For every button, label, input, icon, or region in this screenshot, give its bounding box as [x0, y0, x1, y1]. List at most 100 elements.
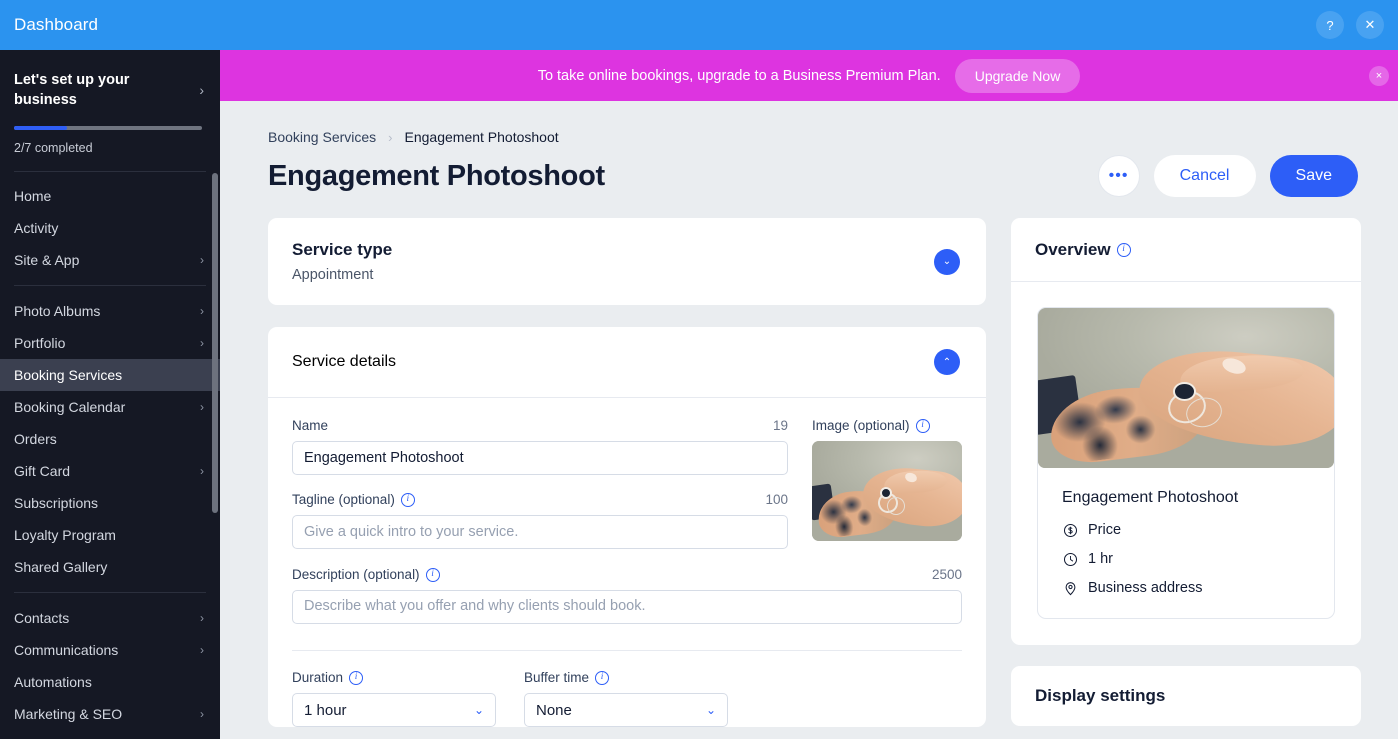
description-field-label: Description (optional) [292, 567, 420, 582]
service-image-thumbnail[interactable] [812, 441, 962, 541]
upgrade-now-button[interactable]: Upgrade Now [954, 58, 1081, 93]
sidebar-item-booking-calendar[interactable]: Booking Calendar › [0, 391, 220, 423]
sidebar-item-site-and-app[interactable]: Site & App › [0, 244, 220, 276]
sidebar-item-label: Gift Card [14, 463, 71, 479]
text-fields-group: Name 19 Tagline (optional) i 100 [292, 418, 788, 549]
sidebar-item-label: Site & App [14, 252, 80, 268]
breadcrumb: Booking Services › Engagement Photoshoot [220, 101, 1398, 145]
service-type-title: Service type [292, 240, 393, 259]
sidebar-item-label: Communications [14, 642, 119, 658]
duration-select-value: 1 hour [304, 701, 347, 719]
duration-select[interactable]: 1 hour ⌄ [292, 693, 496, 727]
image-field-group: Image (optional) i [812, 418, 962, 549]
preview-price-label: Price [1088, 522, 1122, 538]
sidebar-item-label: Photo Albums [14, 303, 101, 319]
chevron-down-icon: ⌄ [705, 703, 716, 717]
page-header: Engagement Photoshoot ••• Cancel Save [220, 145, 1398, 197]
sidebar-item-label: Home [14, 188, 52, 204]
page-title: Engagement Photoshoot [268, 159, 605, 192]
sidebar-item-communications[interactable]: Communications › [0, 634, 220, 666]
sidebar-item-shared-gallery[interactable]: Shared Gallery [0, 551, 220, 583]
sidebar-item-label: Contacts [14, 610, 70, 626]
sidebar-item-analytics-and-reports[interactable]: Analytics & Reports › [0, 730, 220, 739]
info-icon[interactable]: i [349, 670, 364, 685]
sidebar-item-label: Subscriptions [14, 495, 99, 511]
sidebar-item-subscriptions[interactable]: Subscriptions [0, 487, 220, 519]
buffer-time-select[interactable]: None ⌄ [524, 693, 728, 727]
sidebar-item-orders[interactable]: Orders [0, 423, 220, 455]
close-icon[interactable]: ✕ [1356, 11, 1384, 39]
chevron-right-icon: › [200, 611, 204, 625]
engagement-ring-photo [812, 441, 962, 541]
sidebar-item-loyalty-program[interactable]: Loyalty Program [0, 519, 220, 551]
chevron-right-icon: › [200, 464, 204, 478]
tagline-input[interactable] [292, 515, 788, 549]
name-field-label-row: Name 19 [292, 418, 788, 433]
setup-panel-title: Let's set up your business [14, 72, 130, 108]
buffer-time-field-group: Buffer time i None ⌄ [524, 670, 728, 727]
sidebar-item-label: Orders [14, 431, 57, 447]
setup-progress-panel[interactable]: Let's set up your business › 2/7 complet… [0, 50, 220, 171]
info-icon[interactable]: i [595, 670, 610, 685]
sidebar-item-contacts[interactable]: Contacts › [0, 602, 220, 634]
duration-buffer-row: Duration i 1 hour ⌄ Buffer time i None ⌄ [268, 651, 986, 727]
duration-field-group: Duration i 1 hour ⌄ [292, 670, 496, 727]
overview-card-body: Engagement Photoshoot Price 1 hr Busines… [1011, 282, 1361, 645]
description-textarea[interactable] [292, 590, 962, 624]
sidebar-item-activity[interactable]: Activity [0, 212, 220, 244]
sidebar-item-photo-albums[interactable]: Photo Albums › [0, 295, 220, 327]
info-icon[interactable]: i [425, 567, 440, 582]
description-field-label-row: Description (optional) i 2500 [292, 567, 962, 582]
service-details-card: Service details ⌃ Name 19 Tagline (optio… [268, 327, 986, 727]
overview-title: Overview [1035, 240, 1111, 259]
service-details-title: Service details [292, 353, 397, 370]
right-column: Overview i Engagement Photoshoot Price 1… [1011, 218, 1361, 727]
sidebar-nav: Home Activity Site & App › Photo Albums … [0, 172, 220, 739]
tagline-field-label-row: Tagline (optional) i 100 [292, 492, 788, 507]
name-input[interactable] [292, 441, 788, 475]
preview-duration-label: 1 hr [1088, 551, 1113, 567]
field-spacer [292, 475, 788, 492]
save-button[interactable]: Save [1269, 155, 1358, 197]
chevron-up-icon[interactable]: ⌃ [934, 349, 960, 375]
chevron-right-icon[interactable]: › [199, 70, 204, 98]
description-field-group: Description (optional) i 2500 [268, 567, 986, 629]
sidebar-item-portfolio[interactable]: Portfolio › [0, 327, 220, 359]
display-settings-title: Display settings [1035, 686, 1166, 705]
preview-service-name: Engagement Photoshoot [1062, 489, 1239, 506]
service-preview-image [1038, 308, 1334, 468]
app-top-bar: Dashboard ? ✕ [0, 0, 1398, 50]
sidebar-item-label: Loyalty Program [14, 527, 116, 543]
top-bar-actions: ? ✕ [1316, 11, 1384, 39]
info-icon[interactable]: i [400, 492, 415, 507]
buffer-time-select-value: None [536, 701, 572, 719]
info-icon[interactable]: i [915, 418, 930, 433]
sidebar-item-home[interactable]: Home [0, 180, 220, 212]
chevron-down-icon[interactable]: ⌄ [934, 248, 960, 275]
sidebar-item-label: Booking Services [14, 367, 123, 383]
banner-close-icon[interactable]: × [1369, 65, 1389, 86]
display-settings-card[interactable]: Display settings [1011, 666, 1361, 726]
location-pin-icon [1062, 580, 1078, 596]
sidebar-item-booking-services[interactable]: Booking Services [0, 359, 220, 391]
sidebar: Let's set up your business › 2/7 complet… [0, 50, 220, 739]
sidebar-scrollbar[interactable] [212, 173, 218, 513]
info-icon[interactable]: i [1116, 243, 1131, 257]
service-type-card: Service type Appointment ⌄ [268, 218, 986, 305]
more-options-button[interactable]: ••• [1097, 155, 1140, 197]
breadcrumb-parent-link[interactable]: Booking Services [268, 129, 376, 145]
sidebar-item-automations[interactable]: Automations [0, 666, 220, 698]
help-icon[interactable]: ? [1316, 11, 1344, 39]
service-type-text: Service type Appointment [292, 240, 392, 283]
preview-row-duration: 1 hr [1062, 551, 1310, 567]
card-spacer [268, 305, 986, 327]
service-details-form: Name 19 Tagline (optional) i 100 [268, 398, 986, 549]
price-icon [1062, 522, 1078, 538]
sidebar-item-gift-card[interactable]: Gift Card › [0, 455, 220, 487]
cancel-button[interactable]: Cancel [1153, 155, 1256, 197]
sidebar-item-marketing-and-seo[interactable]: Marketing & SEO › [0, 698, 220, 730]
left-column: Service type Appointment ⌄ Service detai… [268, 218, 986, 727]
